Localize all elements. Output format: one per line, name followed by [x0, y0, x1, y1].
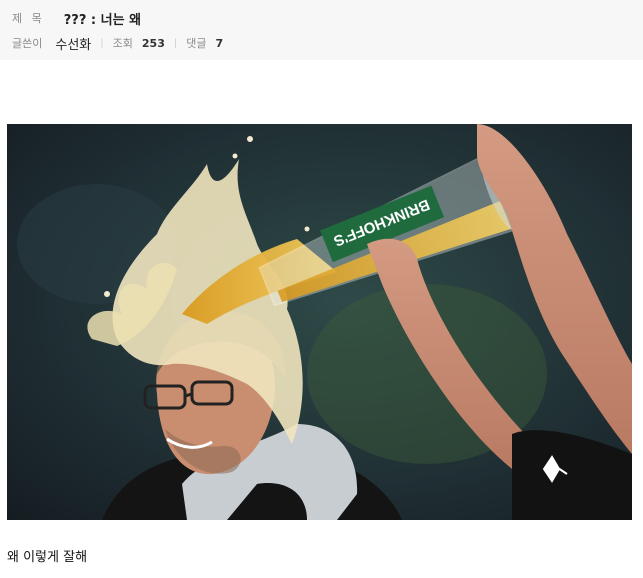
- comments-count[interactable]: 7: [215, 37, 223, 50]
- views-count: 253: [141, 36, 165, 50]
- beer-droplet: [247, 136, 253, 142]
- meta-separator: |: [173, 37, 178, 49]
- post-header: 제 목 ??? : 너는 왜 글쓴이 수선화 | 조회 253 | 댓글 7: [0, 0, 643, 60]
- title-row: 제 목 ??? : 너는 왜: [12, 9, 142, 28]
- author-name[interactable]: 수선화: [55, 34, 91, 53]
- beer-shower-photo: BRINKHOFF'S: [7, 124, 632, 520]
- meta-row: 글쓴이 수선화 | 조회 253 | 댓글 7: [12, 34, 223, 53]
- beer-droplet: [232, 153, 238, 159]
- comments-label: 댓글: [186, 37, 207, 50]
- meta-separator: |: [100, 37, 104, 49]
- views-label: 조회: [112, 37, 133, 50]
- beer-droplet: [304, 226, 310, 232]
- post-photo: BRINKHOFF'S: [7, 124, 632, 520]
- post-body-text: 왜 이렇게 잘해: [7, 550, 88, 565]
- author-label: 글쓴이: [12, 37, 43, 50]
- beer-droplet: [104, 291, 110, 297]
- post-title: ??? : 너는 왜: [63, 12, 142, 28]
- title-label: 제 목: [12, 12, 45, 25]
